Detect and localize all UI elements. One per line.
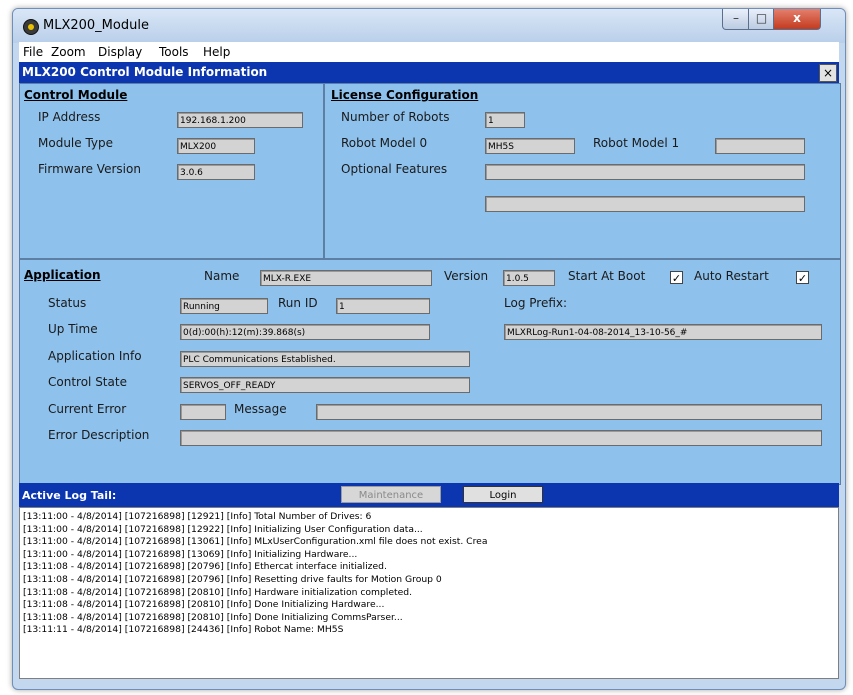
log-line: [13:11:00 - 4/8/2014] [107216898] [13069… xyxy=(23,548,358,560)
log-line: [13:11:08 - 4/8/2014] [107216898] [20810… xyxy=(23,586,412,598)
app-name-label: Name xyxy=(204,269,240,283)
log-line: [13:11:08 - 4/8/2014] [107216898] [20796… xyxy=(23,561,387,573)
number-of-robots-label: Number of Robots xyxy=(341,110,450,124)
robot-app-icon xyxy=(23,19,39,35)
optional-feature-field-1 xyxy=(485,164,805,180)
up-time-label: Up Time xyxy=(48,322,98,336)
control-module-section: Control Module IP Address 192.168.1.200 … xyxy=(19,83,324,259)
log-line: [13:11:11 - 4/8/2014] [107216898] [24436… xyxy=(23,624,344,636)
checkmark-icon: ✓ xyxy=(671,272,682,285)
application-info-label: Application Info xyxy=(48,349,142,363)
firmware-version-label: Firmware Version xyxy=(38,162,141,176)
menu-file[interactable]: File xyxy=(23,45,43,59)
log-line: [13:11:00 - 4/8/2014] [107216898] [12922… xyxy=(23,523,423,535)
window-title: MLX200_Module xyxy=(43,18,149,33)
minimize-icon: – xyxy=(733,11,739,25)
license-section: License Configuration Number of Robots 1… xyxy=(324,83,841,259)
current-error-label: Current Error xyxy=(48,402,127,416)
status-label: Status xyxy=(48,296,87,310)
log-line: [13:11:08 - 4/8/2014] [107216898] [20810… xyxy=(23,611,403,623)
number-of-robots-field: 1 xyxy=(485,112,525,128)
error-description-label: Error Description xyxy=(48,428,150,442)
module-type-field: MLX200 xyxy=(177,138,255,154)
run-id-label: Run ID xyxy=(278,296,318,310)
menu-bar: File Zoom Display Tools Help xyxy=(19,42,839,62)
app-name-field: MLX-R.EXE xyxy=(260,270,432,286)
message-label: Message xyxy=(234,402,287,416)
message-field xyxy=(316,404,822,420)
robot-model-0-field: MH5S xyxy=(485,138,575,154)
log-prefix-label: Log Prefix: xyxy=(504,296,568,310)
app-version-label: Version xyxy=(444,269,489,283)
robot-model-1-field xyxy=(715,138,805,154)
application-section: Application Name MLX-R.EXE Version 1.0.5… xyxy=(19,259,841,485)
log-line: [13:11:08 - 4/8/2014] [107216898] [20796… xyxy=(23,573,442,585)
maximize-icon: □ xyxy=(755,11,768,25)
current-error-field xyxy=(180,404,226,420)
control-state-label: Control State xyxy=(48,375,127,389)
auto-restart-checkbox[interactable]: ✓ xyxy=(796,271,809,285)
firmware-version-field: 3.0.6 xyxy=(177,164,255,180)
optional-features-label: Optional Features xyxy=(341,162,448,176)
license-heading: License Configuration xyxy=(331,88,479,102)
status-field: Running xyxy=(180,298,268,314)
up-time-field: 0(d):00(h):12(m):39.868(s) xyxy=(180,324,430,340)
start-at-boot-checkbox[interactable]: ✓ xyxy=(670,271,683,285)
close-window-button[interactable]: x xyxy=(773,9,821,30)
minimize-button[interactable]: – xyxy=(722,9,750,30)
menu-display[interactable]: Display xyxy=(98,45,142,59)
panel-title: MLX200 Control Module Information xyxy=(22,65,268,79)
app-window: MLX200_Module – □ x File Zoom Display To… xyxy=(12,8,846,690)
app-version-field: 1.0.5 xyxy=(503,270,555,286)
ip-address-label: IP Address xyxy=(38,110,101,124)
log-line: [13:11:08 - 4/8/2014] [107216898] [20810… xyxy=(23,599,385,611)
panel-header: MLX200 Control Module Information × xyxy=(19,62,839,83)
control-state-field: SERVOS_OFF_READY xyxy=(180,377,470,393)
ip-address-field: 192.168.1.200 xyxy=(177,112,303,128)
checkmark-icon: ✓ xyxy=(797,272,808,285)
panel-close-button[interactable]: × xyxy=(819,64,837,82)
error-description-field xyxy=(180,430,822,446)
log-text-area[interactable]: [13:11:00 - 4/8/2014] [107216898] [12921… xyxy=(19,507,839,679)
application-info-field: PLC Communications Established. xyxy=(180,351,470,367)
auto-restart-label: Auto Restart xyxy=(694,269,769,283)
log-header: Active Log Tail: Maintenance Login xyxy=(19,483,839,507)
robot-model-1-label: Robot Model 1 xyxy=(593,136,680,150)
maintenance-button[interactable]: Maintenance xyxy=(341,486,441,503)
log-title: Active Log Tail: xyxy=(22,489,117,502)
log-prefix-field: MLXRLog-Run1-04-08-2014_13-10-56_# xyxy=(504,324,822,340)
optional-feature-field-2 xyxy=(485,196,805,212)
login-button[interactable]: Login xyxy=(463,486,543,503)
log-line: [13:11:00 - 4/8/2014] [107216898] [13061… xyxy=(23,536,488,548)
title-bar[interactable]: MLX200_Module – □ x xyxy=(13,9,845,43)
maximize-button[interactable]: □ xyxy=(748,9,775,30)
module-type-label: Module Type xyxy=(38,136,114,150)
log-line: [13:11:00 - 4/8/2014] [107216898] [12921… xyxy=(23,511,372,522)
menu-help[interactable]: Help xyxy=(203,45,230,59)
close-icon: x xyxy=(793,11,801,25)
control-module-heading: Control Module xyxy=(24,88,128,102)
run-id-field: 1 xyxy=(336,298,430,314)
menu-zoom[interactable]: Zoom xyxy=(51,45,86,59)
application-heading: Application xyxy=(24,268,101,282)
start-at-boot-label: Start At Boot xyxy=(568,269,646,283)
robot-model-0-label: Robot Model 0 xyxy=(341,136,428,150)
menu-tools[interactable]: Tools xyxy=(159,45,189,59)
